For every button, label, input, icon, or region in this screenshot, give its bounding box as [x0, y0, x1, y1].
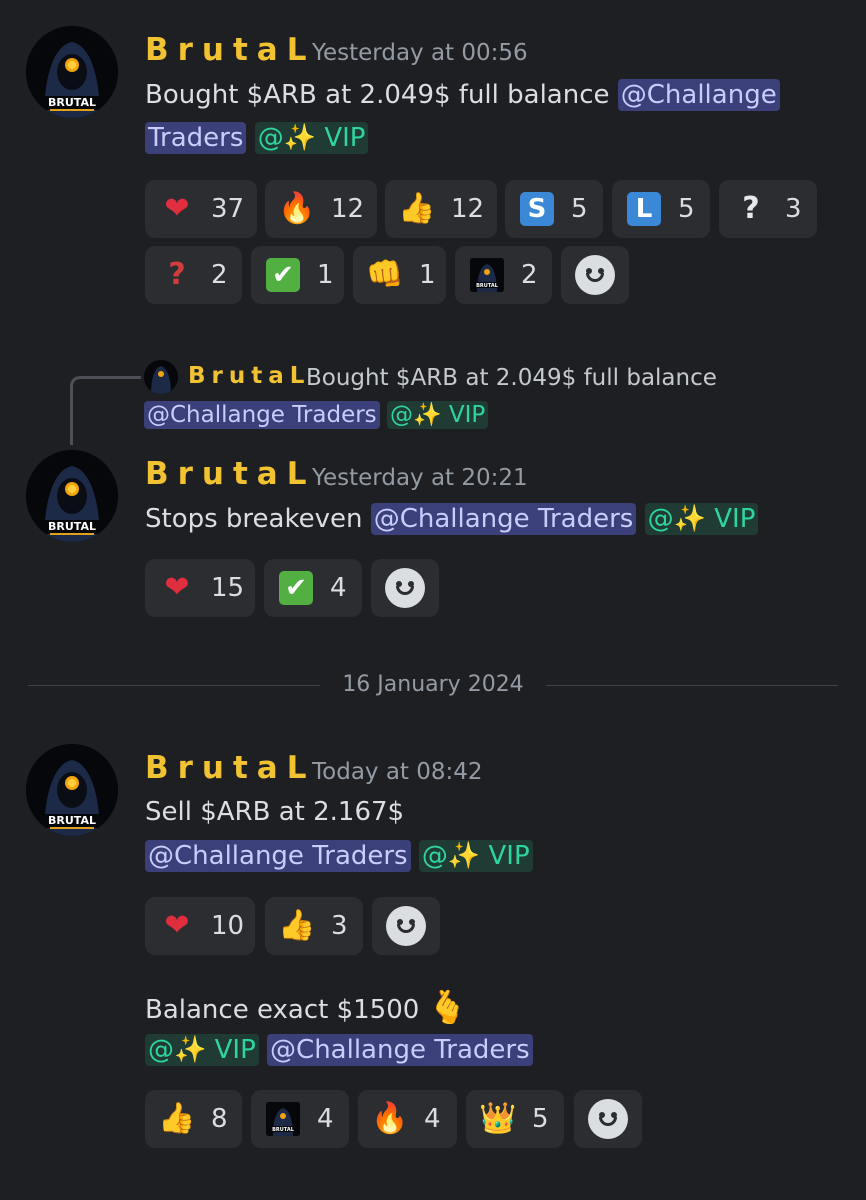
- role-mention-challange-traders[interactable]: @Challange: [617, 79, 780, 111]
- role-mention-vip[interactable]: @✨ VIP: [644, 503, 759, 535]
- role-mention-vip[interactable]: @✨ VIP: [254, 122, 369, 154]
- role-mention-vip[interactable]: @✨ VIP: [145, 1034, 259, 1066]
- user-avatar[interactable]: BRUTAL: [26, 26, 118, 118]
- message-text: Bought $ARB at 2.049$ full balance @Chal…: [145, 79, 780, 111]
- reaction-thumbs-up[interactable]: 👍 8: [145, 1090, 242, 1148]
- brutal-avatar-icon: BRUTAL: [467, 255, 507, 295]
- reaction-thumbs-up[interactable]: 👍 3: [265, 897, 363, 955]
- role-mention-challange-traders[interactable]: @Challange Traders: [145, 840, 411, 872]
- add-reaction-button[interactable]: [561, 246, 629, 304]
- username[interactable]: BrutaL: [145, 32, 315, 68]
- timestamp: Today at 08:42: [312, 759, 483, 785]
- add-reaction-smile-icon: [575, 255, 615, 295]
- reaction-brutal-avatar[interactable]: BRUTAL 4: [251, 1090, 349, 1148]
- fist-icon: 👊: [366, 257, 404, 292]
- username[interactable]: BrutaL: [145, 456, 315, 492]
- reply-preview-mentions[interactable]: @Challange Traders @✨ VIP: [144, 401, 489, 429]
- message-text: Stops breakeven @Challange Traders @✨ VI…: [145, 503, 759, 535]
- brutal-avatar-icon: BRUTAL: [263, 1099, 303, 1139]
- check-icon: ✔: [263, 255, 303, 295]
- role-mention-vip[interactable]: @✨ VIP: [418, 840, 533, 872]
- username[interactable]: BrutaL: [145, 750, 315, 786]
- add-reaction-smile-icon: [588, 1099, 628, 1139]
- svg-text:BRUTAL: BRUTAL: [272, 1127, 295, 1133]
- date-divider-label: 16 January 2024: [342, 672, 524, 697]
- reaction-heart[interactable]: ❤ 15: [145, 559, 255, 617]
- add-reaction-smile-icon: [386, 906, 426, 946]
- role-mention-challange-traders-cont[interactable]: Traders: [145, 122, 247, 154]
- reaction-fire[interactable]: 🔥 12: [265, 180, 377, 238]
- reply-username[interactable]: BrutaL: [188, 363, 310, 389]
- reaction-fire[interactable]: 🔥 4: [358, 1090, 457, 1148]
- timestamp: Yesterday at 20:21: [312, 465, 528, 491]
- letter-s-icon: S: [517, 189, 557, 229]
- message-mentions: @✨ VIP @Challange Traders: [145, 1034, 533, 1066]
- reply-preview-text[interactable]: Bought $ARB at 2.049$ full balance: [306, 365, 717, 391]
- reaction-fist[interactable]: 👊 1: [353, 246, 446, 304]
- svg-text:BRUTAL: BRUTAL: [48, 520, 96, 533]
- reaction-check[interactable]: ✔ 4: [264, 559, 362, 617]
- reply-role-mention-vip[interactable]: @✨ VIP: [386, 401, 489, 429]
- white-question-icon: ?: [742, 191, 760, 226]
- thumbs-up-icon: 👍: [158, 1101, 196, 1136]
- message-text-line-2: Traders @✨ VIP: [145, 122, 369, 154]
- thumbs-up-icon: 👍: [278, 908, 316, 943]
- role-mention-challange-traders[interactable]: @Challange Traders: [370, 503, 637, 535]
- reaction-red-question[interactable]: ? 2: [145, 246, 242, 304]
- message-mentions: @Challange Traders @✨ VIP: [145, 840, 533, 872]
- fire-icon: 🔥: [278, 191, 316, 226]
- reaction-heart[interactable]: ❤ 10: [145, 897, 255, 955]
- reaction-brutal-avatar[interactable]: BRUTAL 2: [455, 246, 552, 304]
- role-mention-challange-traders[interactable]: @Challange Traders: [267, 1034, 533, 1066]
- check-icon: ✔: [276, 568, 316, 608]
- reaction-letter-s[interactable]: S 5: [505, 180, 603, 238]
- heart-icon: ❤: [164, 191, 190, 226]
- reply-role-mention-challange-traders[interactable]: @Challange Traders: [144, 401, 380, 429]
- reaction-heart[interactable]: ❤ 37: [145, 180, 257, 238]
- hand-with-index-finger-and-thumb-crossed-icon: 🫰: [427, 988, 468, 1026]
- reaction-white-question[interactable]: ? 3: [719, 180, 817, 238]
- reaction-crown[interactable]: 👑 5: [466, 1090, 564, 1148]
- add-reaction-button[interactable]: [372, 897, 440, 955]
- fire-icon: 🔥: [371, 1101, 409, 1136]
- user-avatar[interactable]: BRUTAL: [26, 450, 118, 542]
- reply-connector: [70, 376, 141, 445]
- svg-text:BRUTAL: BRUTAL: [476, 283, 499, 289]
- user-avatar[interactable]: BRUTAL: [26, 744, 118, 836]
- avatar-logo-text: BRUTAL: [48, 96, 96, 109]
- reaction-letter-l[interactable]: L 5: [612, 180, 710, 238]
- letter-l-icon: L: [624, 189, 664, 229]
- crown-icon: 👑: [479, 1101, 517, 1136]
- timestamp: Yesterday at 00:56: [312, 40, 528, 66]
- message-body: Balance exact $1500: [145, 995, 428, 1025]
- add-reaction-button[interactable]: [371, 559, 439, 617]
- message-text: Balance exact $1500 🫰: [145, 988, 467, 1026]
- heart-icon: ❤: [164, 570, 190, 605]
- heart-icon: ❤: [164, 908, 190, 943]
- thumbs-up-icon: 👍: [398, 191, 436, 226]
- svg-text:BRUTAL: BRUTAL: [48, 814, 96, 827]
- add-reaction-button[interactable]: [574, 1090, 642, 1148]
- reply-avatar[interactable]: [144, 360, 178, 394]
- red-question-icon: ?: [168, 257, 186, 292]
- message-body: Stops breakeven: [145, 504, 371, 534]
- add-reaction-smile-icon: [385, 568, 425, 608]
- message-text: Sell $ARB at 2.167$: [145, 797, 405, 827]
- reaction-check[interactable]: ✔ 1: [251, 246, 344, 304]
- message-body: Bought $ARB at 2.049$ full balance: [145, 80, 618, 110]
- reaction-thumbs-up[interactable]: 👍 12: [385, 180, 497, 238]
